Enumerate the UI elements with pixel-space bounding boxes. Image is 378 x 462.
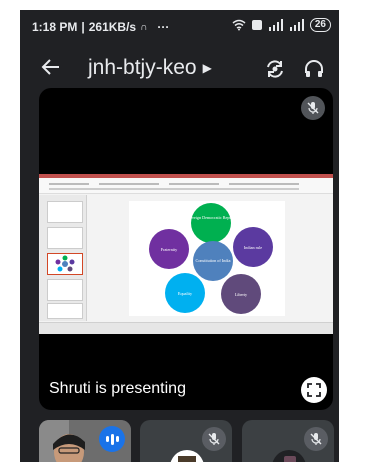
- ppt-thumbnails: [39, 195, 87, 321]
- slide-thumbnail: [47, 227, 83, 249]
- bubble-label: Sovereign Democratic Republic: [184, 215, 238, 220]
- slide-canvas: Sovereign Democratic Republic Indian rul…: [129, 201, 285, 316]
- mic-off-icon: [310, 433, 322, 445]
- presentation-tile[interactable]: Sovereign Democratic Republic Indian rul…: [39, 88, 333, 410]
- mic-off-icon: [208, 433, 220, 445]
- participant-tile[interactable]: [39, 420, 131, 462]
- app-bar: jnh-btjy-keo ▶: [20, 48, 339, 92]
- bubble-label: Liberty: [235, 292, 248, 297]
- switch-camera-icon: [267, 60, 283, 78]
- status-speed: 261KB/s: [88, 20, 137, 34]
- caret-right-icon: ▶: [202, 61, 212, 75]
- battery-indicator: 26: [309, 18, 331, 32]
- slide-thumbnail: [47, 201, 83, 223]
- bubble-label: Fraternity: [161, 247, 178, 252]
- mic-off-icon: [307, 102, 319, 114]
- ribbon-line: [49, 188, 299, 190]
- bubble-label: Indian rule: [244, 245, 262, 250]
- slide-thumbnail: [47, 303, 83, 319]
- headphones-icon: [305, 60, 323, 77]
- meeting-code: jnh-btjy-keo: [88, 56, 197, 79]
- muted-badge: [301, 96, 325, 120]
- wifi-icon: [232, 19, 246, 31]
- status-left: 1:18 PM | 261KB/s ∩ ···: [32, 20, 169, 34]
- fullscreen-button[interactable]: [301, 377, 327, 403]
- presenter-label: Shruti is presenting: [49, 380, 186, 397]
- speaking-indicator-icon: [99, 426, 125, 452]
- volte-icon: [251, 20, 262, 30]
- participant-avatar: [272, 450, 306, 462]
- ribbon-line: [229, 183, 299, 185]
- status-separator: |: [81, 20, 85, 34]
- switch-camera-button[interactable]: [264, 58, 286, 80]
- back-button[interactable]: [40, 56, 64, 80]
- audio-output-button[interactable]: [303, 58, 325, 80]
- fullscreen-icon: [307, 383, 321, 397]
- signal-2-icon: [289, 19, 304, 31]
- ribbon-line: [99, 183, 159, 185]
- meeting-info-button[interactable]: jnh-btjy-keo ▶: [88, 56, 212, 80]
- center-label: Constitution of India: [196, 258, 231, 263]
- slide-thumbnail: [47, 279, 83, 301]
- signal-icon: [268, 19, 283, 31]
- headphone-status-icon: ∩: [140, 21, 148, 33]
- ribbon-line: [49, 183, 89, 185]
- shared-screen: Sovereign Democratic Republic Indian rul…: [39, 174, 333, 334]
- participant-avatar: [170, 450, 204, 462]
- status-right: 26: [232, 18, 331, 32]
- thumbnail-preview: [55, 255, 75, 272]
- ribbon-line: [169, 183, 219, 185]
- ppt-ribbon: [39, 178, 333, 194]
- status-extra: ···: [157, 20, 170, 34]
- participant-tile[interactable]: [140, 420, 232, 462]
- bubble-sovereign: [191, 203, 231, 243]
- status-bar: 1:18 PM | 261KB/s ∩ ··· 26: [20, 10, 339, 40]
- status-time: 1:18 PM: [32, 20, 78, 34]
- muted-badge: [202, 427, 226, 451]
- arrow-back-icon: [41, 59, 59, 75]
- meet-app-frame: 1:18 PM | 261KB/s ∩ ··· 26 jnh-btjy-keo …: [20, 10, 339, 462]
- ppt-status-bar: [39, 322, 333, 334]
- participant-tile[interactable]: [242, 420, 334, 462]
- muted-badge: [304, 427, 328, 451]
- slide-thumbnail-selected: [47, 253, 83, 275]
- slide-diagram: Sovereign Democratic Republic Indian rul…: [149, 203, 273, 314]
- bubble-label: Equality: [178, 291, 193, 296]
